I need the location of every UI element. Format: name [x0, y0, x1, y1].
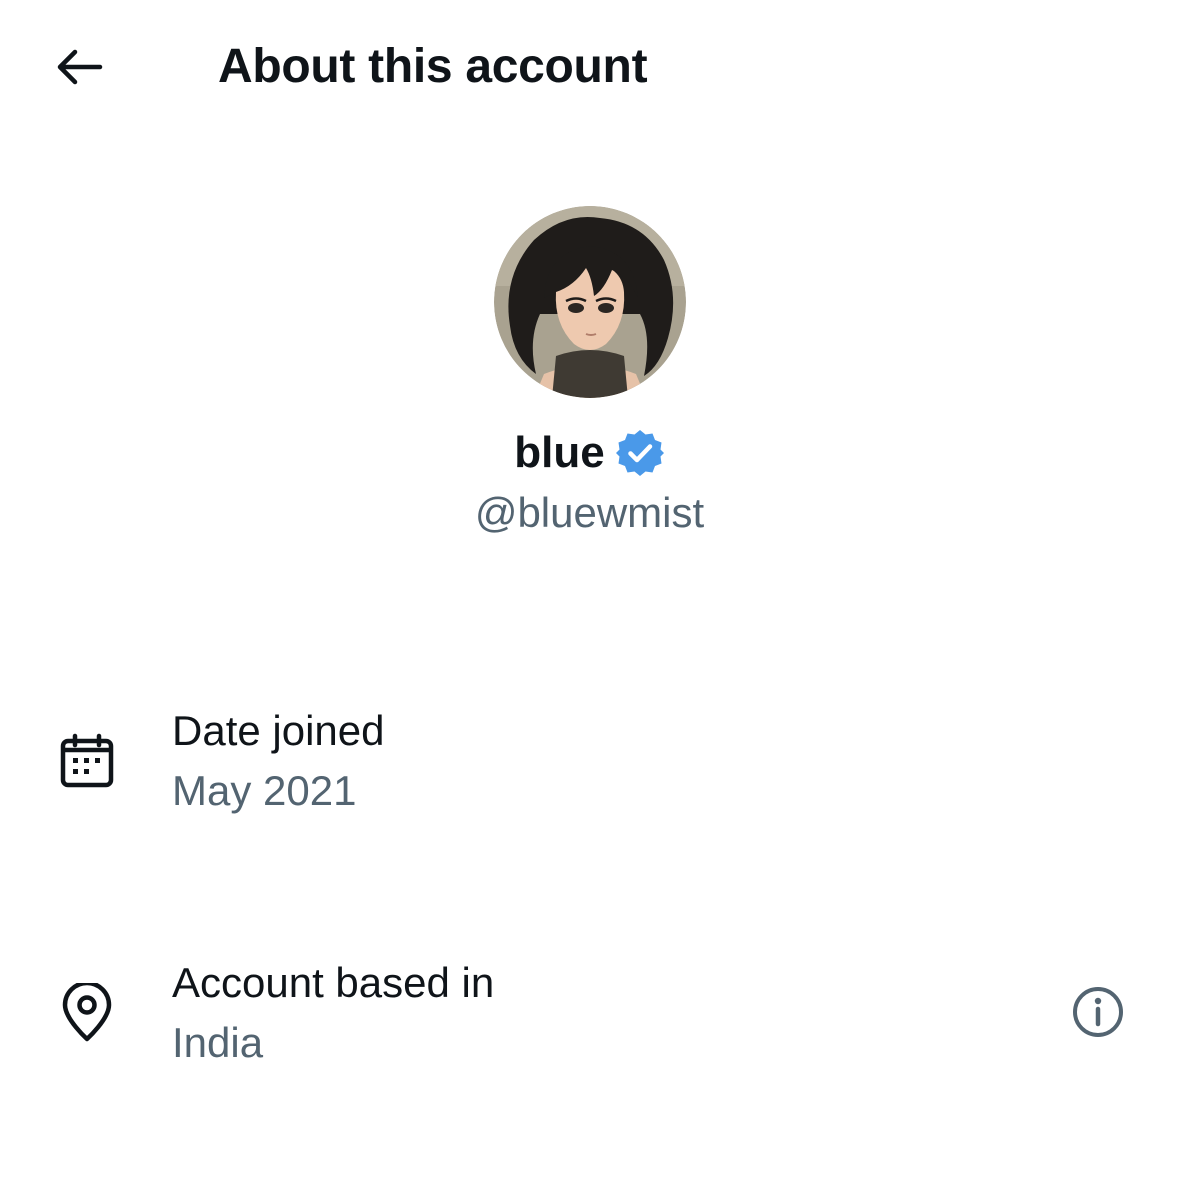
account-based-in-value: India — [172, 1019, 264, 1066]
calendar-icon — [60, 733, 114, 788]
header: About this account — [0, 0, 1179, 134]
location-pin-icon-wrapper — [58, 983, 116, 1042]
name-row: blue — [0, 424, 1179, 482]
username-handle: @bluewmist — [474, 489, 705, 536]
profile-section: blue @bluewmist — [0, 206, 1179, 540]
display-name: blue — [514, 428, 605, 477]
date-joined-label: Date joined — [172, 707, 385, 754]
avatar[interactable] — [493, 206, 686, 398]
account-based-in-row: Account based in India — [0, 954, 1179, 1084]
arrow-left-icon — [57, 49, 103, 85]
about-account-page: About this account blue @bluewmist Date … — [0, 0, 1179, 1188]
account-location-info-button[interactable] — [1068, 982, 1128, 1042]
info-icon — [1073, 987, 1123, 1037]
back-button[interactable] — [46, 36, 112, 98]
calendar-icon-wrapper — [58, 732, 116, 790]
verified-badge-icon — [615, 430, 664, 476]
account-based-in-label: Account based in — [172, 959, 495, 1006]
date-joined-value: May 2021 — [172, 767, 357, 814]
date-joined-row: Date joined May 2021 — [0, 702, 1179, 832]
location-pin-icon — [62, 983, 112, 1042]
page-title: About this account — [218, 40, 648, 93]
